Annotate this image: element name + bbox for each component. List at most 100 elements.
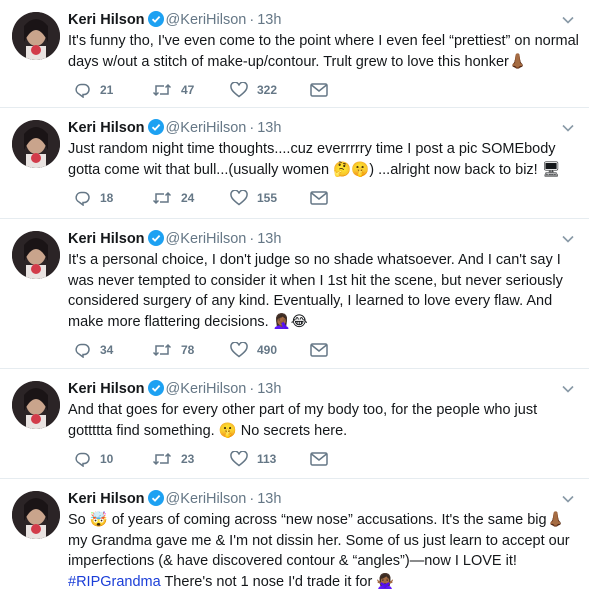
like-button[interactable]: 322 (230, 82, 310, 98)
tweet-text-last-line: #RIPGrandma There's not 1 nose I'd trade… (68, 573, 395, 590)
retweet-icon (152, 83, 172, 97)
display-name[interactable]: Keri Hilson (68, 120, 145, 136)
direct-message-icon (310, 191, 328, 205)
reply-button[interactable]: 18 (74, 190, 152, 206)
display-name[interactable]: Keri Hilson (68, 381, 145, 397)
timestamp[interactable]: 13h (257, 381, 281, 397)
reply-button[interactable]: 34 (74, 342, 152, 358)
verified-badge-icon (147, 11, 164, 27)
reply-count: 21 (100, 83, 114, 97)
reply-icon (75, 83, 90, 98)
avatar[interactable] (12, 381, 60, 429)
direct-message-button[interactable] (310, 83, 388, 97)
user-handle[interactable]: @KeriHilson (166, 12, 247, 28)
timestamp[interactable]: 13h (257, 491, 281, 507)
tweet-text-line: So 🤯 of years of coming across “new nose… (68, 512, 565, 528)
direct-message-icon (310, 343, 328, 357)
retweet-count: 24 (181, 191, 195, 205)
like-heart-icon (230, 82, 248, 98)
retweet-button[interactable]: 24 (152, 190, 230, 206)
like-count: 490 (257, 343, 278, 357)
retweet-button[interactable]: 78 (152, 342, 230, 358)
tweet-feed: Keri Hilson @KeriHilson · 13h It's funny th… (0, 0, 589, 607)
avatar[interactable] (12, 491, 60, 539)
tweet-actions: 18 24 155 (68, 180, 575, 216)
reply-icon (75, 452, 90, 467)
timestamp[interactable]: 13h (257, 120, 281, 136)
retweet-count: 47 (181, 83, 195, 97)
retweet-icon (152, 452, 172, 466)
like-heart-icon (230, 342, 248, 358)
direct-message-icon (310, 83, 328, 97)
display-name[interactable]: Keri Hilson (68, 231, 145, 247)
tweet-text-line: my Grandma gave me & I'm not dissin her.… (68, 532, 570, 549)
hashtag-link[interactable]: #RIPGrandma (68, 574, 161, 590)
separator-dot: · (249, 231, 255, 247)
caret-down-icon[interactable] (561, 382, 575, 396)
user-handle[interactable]: @KeriHilson (166, 491, 247, 507)
tweet-text: It's funny tho, I've even come to the po… (68, 31, 579, 72)
tweet[interactable]: Keri Hilson @KeriHilson · 13h And that goes… (0, 369, 589, 479)
direct-message-button[interactable] (310, 191, 388, 205)
retweet-button[interactable]: 47 (152, 82, 230, 98)
tweet-text: Just random night time thoughts....cuz e… (68, 139, 575, 180)
verified-badge-icon (147, 380, 164, 396)
direct-message-button[interactable] (310, 452, 388, 466)
like-button[interactable]: 155 (230, 190, 310, 206)
like-button[interactable]: 113 (230, 451, 310, 467)
tweet-text: So 🤯 of years of coming across “new nose… (68, 510, 575, 592)
like-count: 322 (257, 83, 278, 97)
separator-dot: · (249, 12, 255, 28)
reply-count: 10 (100, 452, 114, 466)
retweet-icon (152, 191, 172, 205)
tweet-text-line: gotta come wit that bull...(usually wome… (68, 161, 561, 178)
reply-icon (75, 191, 90, 206)
tweet-text-line: It's funny tho, I've even come to the po… (68, 33, 579, 49)
separator-dot: · (249, 381, 255, 397)
retweet-button[interactable]: 23 (152, 451, 230, 467)
tweet-text-line: It's a personal choice, I don't judge so… (68, 252, 561, 268)
like-count: 113 (257, 452, 277, 466)
reply-count: 18 (100, 191, 114, 205)
caret-down-icon[interactable] (561, 492, 575, 506)
tweet-text-line: imperfections (& have discovered contour… (68, 553, 517, 569)
reply-button[interactable]: 21 (74, 82, 152, 98)
tweet-text-line: was never tempted to consider it when I … (68, 272, 563, 289)
tweet-text-line: And that goes for every other part of my… (68, 402, 538, 418)
retweet-icon (152, 343, 172, 357)
tweet-text-line: gottttta find something. 🤫 No secrets he… (68, 422, 348, 439)
tweet[interactable]: Keri Hilson @KeriHilson · 13h So 🤯 of years… (0, 479, 589, 607)
tweet[interactable]: Keri Hilson @KeriHilson · 13h It's a person… (0, 219, 589, 369)
direct-message-button[interactable] (310, 343, 388, 357)
avatar[interactable] (12, 231, 60, 279)
separator-dot: · (249, 491, 255, 507)
retweet-count: 78 (181, 343, 195, 357)
display-name[interactable]: Keri Hilson (68, 491, 145, 507)
timestamp[interactable]: 13h (257, 12, 281, 28)
avatar[interactable] (12, 120, 60, 168)
reply-button[interactable]: 10 (74, 451, 152, 467)
like-heart-icon (230, 451, 248, 467)
separator-dot: · (249, 120, 255, 136)
user-handle[interactable]: @KeriHilson (166, 231, 247, 247)
avatar[interactable] (12, 12, 60, 60)
timestamp[interactable]: 13h (257, 231, 281, 247)
retweet-count: 23 (181, 452, 195, 466)
tweet[interactable]: Keri Hilson @KeriHilson · 13h Just random n… (0, 108, 589, 219)
user-handle[interactable]: @KeriHilson (166, 120, 247, 136)
caret-down-icon[interactable] (561, 232, 575, 246)
user-handle[interactable]: @KeriHilson (166, 381, 247, 397)
direct-message-icon (310, 452, 328, 466)
display-name[interactable]: Keri Hilson (68, 12, 145, 28)
caret-down-icon[interactable] (561, 121, 575, 135)
tweet[interactable]: Keri Hilson @KeriHilson · 13h It's funny th… (0, 0, 589, 108)
verified-badge-icon (147, 119, 164, 135)
tweet-text: It's a personal choice, I don't judge so… (68, 250, 575, 332)
tweet-text-line: days w/out a stitch of make-up/contour. … (68, 53, 527, 70)
tweet-actions: 34 78 490 (68, 332, 575, 368)
tweet-text-line: considered surgery of any kind. Eventual… (68, 293, 553, 309)
tweet-actions: 10 23 113 (68, 441, 575, 477)
caret-down-icon[interactable] (561, 13, 575, 27)
tweet-text-line: Just random night time thoughts....cuz e… (68, 141, 556, 157)
like-button[interactable]: 490 (230, 342, 310, 358)
